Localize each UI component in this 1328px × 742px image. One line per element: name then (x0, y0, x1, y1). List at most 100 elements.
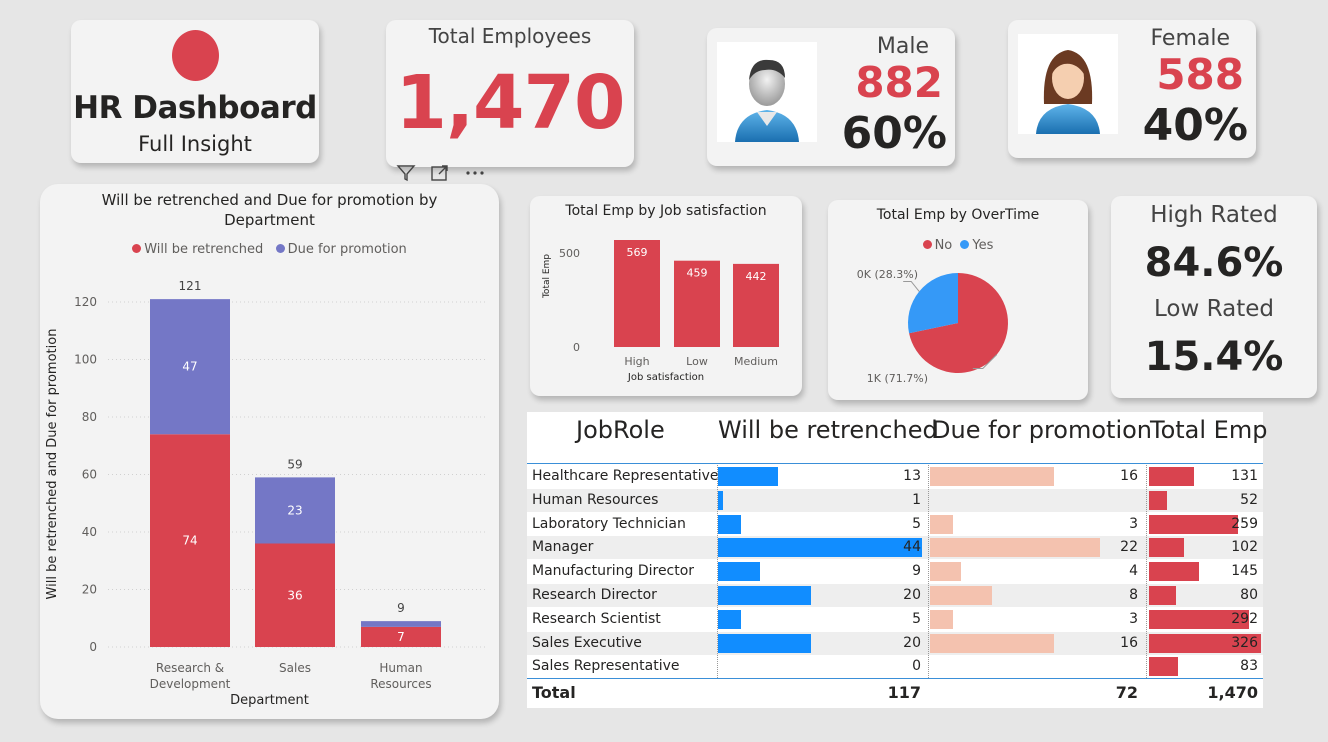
cell-jobrole: Laboratory Technician (532, 515, 686, 532)
bar-retrenched (718, 467, 779, 486)
bar-total-emp (1149, 490, 1167, 510)
bar-total-emp (1149, 586, 1177, 605)
data-label-retrenched: 36 (287, 588, 302, 602)
cell-retrenched: 0 (912, 658, 921, 675)
bar-total-emp (1149, 657, 1178, 677)
y-tick-label: 80 (82, 410, 97, 424)
cell-total-emp: 145 (1231, 563, 1258, 580)
table-row[interactable]: Healthcare Representative 13 16 131 (527, 465, 1263, 488)
overtime-chart-card[interactable]: Total Emp by OverTime No Yes 1K (71.7%) 0… (828, 200, 1088, 400)
cell-promotion: 16 (1120, 634, 1138, 651)
cell-promotion: 16 (1120, 468, 1138, 484)
pie-data-label-yes: 0K (28.3%) (857, 268, 918, 281)
department-chart-card[interactable]: Will be retrenched and Due for promotion… (40, 184, 499, 719)
cell-total-emp: 292 (1231, 610, 1258, 627)
cell-total-emp: 80 (1240, 587, 1258, 603)
table-row[interactable]: Research Scientist 5 3 292 (527, 608, 1263, 631)
pie-data-label-no: 1K (71.7%) (867, 372, 928, 385)
bar-retrenched (718, 490, 723, 510)
bar-promotion (930, 514, 954, 534)
cell-retrenched: 9 (912, 563, 921, 580)
male-card: Male 882 60% (707, 28, 955, 166)
job-satisfaction-chart-card[interactable]: Total Emp by Job satisfaction 0 500 569 Hig… (530, 196, 802, 396)
table-row[interactable]: Research Director 20 8 80 (527, 584, 1263, 607)
bar-retrenched (718, 609, 742, 629)
bar-total-emp (1149, 467, 1194, 486)
job-satisfaction-x-axis-label: Job satisfaction (627, 372, 705, 383)
table-row[interactable]: Manufacturing Director 9 4 145 (527, 560, 1263, 583)
cell-total-emp: 131 (1231, 468, 1258, 484)
female-count: 588 (1156, 50, 1244, 99)
y-tick-label: 100 (74, 353, 97, 367)
jobrole-table[interactable]: JobRole Will be retrenched Due for promo… (527, 412, 1267, 708)
bar-promotion (930, 538, 1100, 558)
column-header-jobrole[interactable]: JobRole (576, 416, 665, 444)
data-label-total: 9 (397, 601, 405, 615)
cell-retrenched: 44 (903, 539, 921, 556)
data-label: 442 (746, 270, 767, 283)
cell-jobrole: Manager (532, 539, 594, 556)
data-label-total: 121 (179, 279, 202, 293)
total-employees-label: Total Employees (428, 24, 592, 48)
x-tick-label: Resources (370, 677, 431, 691)
table-row[interactable]: Laboratory Technician 5 3 259 (527, 513, 1263, 536)
department-chart-x-axis-label: Department (230, 693, 309, 708)
female-percent: 40% (1142, 100, 1248, 151)
cell-total-emp: 83 (1240, 658, 1258, 675)
data-label-promotion: 23 (287, 503, 302, 517)
data-label: 459 (687, 267, 708, 280)
cell-total-emp: 102 (1231, 539, 1258, 556)
dashboard-subtitle: Full Insight (138, 132, 252, 156)
column-header-retrenched[interactable]: Will be retrenched (718, 416, 938, 444)
cell-retrenched: 5 (912, 610, 921, 627)
total-employees-card: Total Employees 1,470 (386, 20, 634, 167)
cell-promotion: 4 (1129, 563, 1138, 580)
overtime-pie-plot[interactable]: 1K (71.7%) 0K (28.3%) (828, 200, 1088, 400)
total-promotion: 72 (1115, 683, 1138, 702)
cell-retrenched: 1 (912, 491, 921, 508)
header-divider (527, 463, 1263, 464)
table-row[interactable]: Sales Representative 0 83 (527, 655, 1263, 678)
x-tick-label: Research & (156, 661, 224, 675)
male-avatar-icon (717, 42, 817, 142)
total-retrenched: 117 (887, 683, 921, 702)
cell-promotion: 3 (1129, 515, 1138, 532)
cell-total-emp: 326 (1231, 634, 1258, 651)
cell-jobrole: Sales Representative (532, 658, 680, 675)
x-tick-label: Human (379, 661, 422, 675)
job-satisfaction-chart-plot[interactable]: 0 500 569 High 459 Low 442 Medium (530, 196, 802, 396)
data-label-retrenched: 7 (397, 630, 405, 644)
rating-card: High Rated 84.6% Low Rated 15.4% (1111, 196, 1317, 398)
cell-jobrole: Manufacturing Director (532, 563, 695, 580)
x-tick-label: Low (686, 355, 708, 368)
column-separator (717, 465, 718, 678)
table-row[interactable]: Sales Executive 20 16 326 (527, 631, 1263, 655)
female-avatar-icon (1018, 34, 1118, 134)
bar-retrenched (718, 586, 811, 605)
bar-promotion[interactable] (361, 621, 441, 627)
department-chart-plot[interactable]: 0 20 40 60 80 100 120 74 47 121 Research & Developm… (40, 184, 499, 719)
column-header-total-emp[interactable]: Total Emp (1150, 416, 1267, 444)
bar-promotion (930, 562, 961, 582)
cell-jobrole: Research Director (532, 587, 657, 603)
pie-slice-yes[interactable] (908, 273, 958, 334)
column-header-promotion[interactable]: Due for promotion (932, 416, 1152, 444)
table-row[interactable]: Manager 44 22 102 (527, 536, 1263, 560)
cell-promotion: 3 (1129, 610, 1138, 627)
bar-total-emp (1149, 538, 1185, 558)
high-rated-label: High Rated (1150, 202, 1278, 228)
title-card: HR Dashboard Full Insight (71, 20, 319, 163)
low-rated-value: 15.4% (1144, 334, 1284, 380)
table-row[interactable]: Human Resources 1 52 (527, 488, 1263, 512)
bar-promotion (930, 586, 992, 605)
total-row-label: Total (532, 683, 576, 702)
bar-total-emp (1149, 562, 1199, 582)
bar-retrenched (718, 562, 760, 582)
bar-retrenched (718, 633, 811, 653)
low-rated-label: Low Rated (1154, 296, 1274, 322)
y-tick-label: 500 (559, 247, 580, 260)
male-percent: 60% (841, 108, 947, 159)
data-label-retrenched: 74 (182, 534, 197, 548)
cell-jobrole: Research Scientist (532, 610, 661, 627)
bar-total-emp (1149, 514, 1238, 534)
